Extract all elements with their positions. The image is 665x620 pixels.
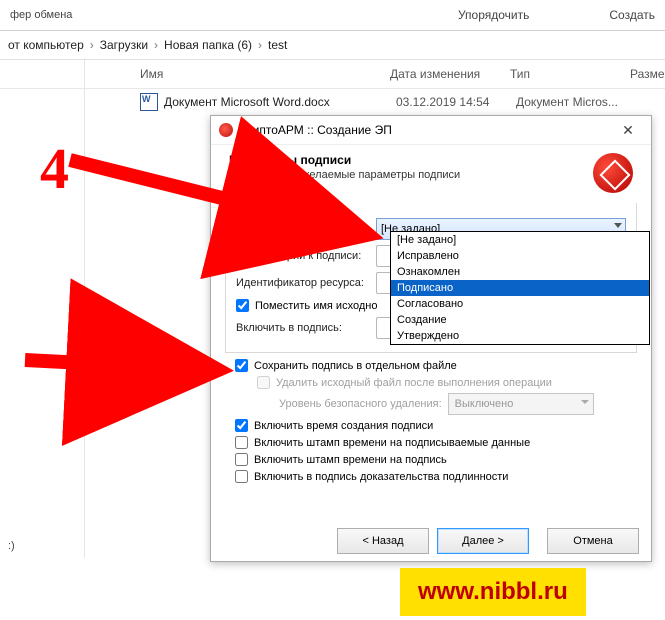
page-subheading: Установите желаемые параметры подписи	[229, 169, 593, 181]
timestamp-data-checkbox[interactable]	[235, 436, 248, 449]
delete-level-value: Выключено	[455, 398, 514, 410]
col-size[interactable]: Разме	[630, 67, 665, 81]
chevron-right-icon: ›	[154, 38, 158, 52]
file-row[interactable]: Документ Microsoft Word.docx 03.12.2019 …	[0, 89, 665, 115]
save-separate-file-checkbox[interactable]	[235, 359, 248, 372]
next-button[interactable]: Далее >	[437, 528, 529, 554]
delete-level-combo: Выключено	[448, 393, 594, 415]
breadcrumb-part[interactable]: Загрузки	[100, 38, 148, 52]
signature-properties-group: Свойства подписи Использование подписи: …	[225, 203, 637, 353]
annotation-number-4: 4	[40, 135, 69, 202]
include-creation-time-label: Включить время создания подписи	[254, 420, 433, 432]
word-file-icon	[140, 93, 158, 111]
option-reviewed[interactable]: Ознакомлен	[391, 264, 649, 280]
include-label: Включить в подпись:	[236, 322, 376, 334]
breadcrumb-part[interactable]: от компьютер	[8, 38, 84, 52]
file-type: Документ Micros...	[516, 95, 636, 109]
titlebar: КриптоАРМ :: Создание ЭП ✕	[211, 116, 651, 145]
watermark: www.nibbl.ru	[400, 568, 586, 616]
app-icon	[219, 123, 233, 137]
col-type[interactable]: Тип	[510, 67, 630, 81]
use-signature-label: Использование подписи:	[236, 223, 376, 235]
chevron-down-icon	[581, 400, 589, 404]
timestamp-signature-label: Включить штамп времени на подпись	[254, 454, 447, 466]
chevron-right-icon: ›	[258, 38, 262, 52]
breadcrumb-part[interactable]: Новая папка (6)	[164, 38, 252, 52]
option-fixed[interactable]: Исправлено	[391, 248, 649, 264]
col-date[interactable]: Дата изменения	[390, 67, 510, 81]
column-headers: Имя Дата изменения Тип Разме	[0, 60, 665, 89]
delete-level-label: Уровень безопасного удаления:	[279, 398, 442, 410]
resource-id-label: Идентификатор ресурса:	[236, 277, 376, 289]
file-name: Документ Microsoft Word.docx	[164, 95, 396, 109]
file-date: 03.12.2019 14:54	[396, 95, 516, 109]
sidebar-fragment: :)	[8, 540, 15, 552]
breadcrumb[interactable]: от компьютер › Загрузки › Новая папка (6) ›…	[0, 31, 665, 60]
use-signature-dropdown[interactable]: [Не задано] Исправлено Ознакомлен Подпис…	[390, 231, 650, 345]
option-agreed[interactable]: Согласовано	[391, 296, 649, 312]
option-creation[interactable]: Создание	[391, 312, 649, 328]
group-legend: Свойства подписи	[234, 195, 335, 207]
wizard-button-bar: < Назад Далее > Отмена	[211, 521, 651, 561]
sidebar-placeholder	[0, 58, 85, 558]
authenticity-proof-checkbox[interactable]	[235, 470, 248, 483]
back-button[interactable]: < Назад	[337, 528, 429, 554]
brand-emblem-icon	[593, 153, 633, 193]
page-heading: Параметры подписи	[229, 153, 593, 167]
comment-label: Комментарий к подписи:	[236, 250, 376, 262]
timestamp-signature-checkbox[interactable]	[235, 453, 248, 466]
breadcrumb-part[interactable]: test	[268, 38, 287, 52]
chevron-down-icon	[614, 223, 622, 228]
option-approved[interactable]: Утверждено	[391, 328, 649, 344]
cancel-button[interactable]: Отмена	[547, 528, 639, 554]
close-button[interactable]: ✕	[613, 122, 643, 139]
delete-source-checkbox	[257, 376, 270, 389]
save-separate-file-label: Сохранить подпись в отдельном файле	[254, 360, 457, 372]
option-signed[interactable]: Подписано	[391, 280, 649, 296]
toolbar-fragment-mid: Упорядочить	[458, 8, 529, 22]
include-creation-time-checkbox[interactable]	[235, 419, 248, 432]
chevron-right-icon: ›	[90, 38, 94, 52]
col-name[interactable]: Имя	[140, 67, 390, 81]
signature-params-dialog: КриптоАРМ :: Создание ЭП ✕ Параметры под…	[210, 115, 652, 562]
toolbar-fragment-left: фер обмена	[10, 9, 72, 21]
dialog-title: КриптоАРМ :: Создание ЭП	[239, 123, 613, 137]
toolbar-fragment-right: Создать	[609, 8, 655, 22]
delete-source-label: Удалить исходный файл после выполнения о…	[276, 377, 552, 389]
place-source-name-label: Поместить имя исходно	[255, 300, 377, 312]
option-not-set[interactable]: [Не задано]	[391, 232, 649, 248]
place-source-name-checkbox[interactable]	[236, 299, 249, 312]
authenticity-proof-label: Включить в подпись доказательства подлин…	[254, 471, 508, 483]
timestamp-data-label: Включить штамп времени на подписываемые …	[254, 437, 530, 449]
